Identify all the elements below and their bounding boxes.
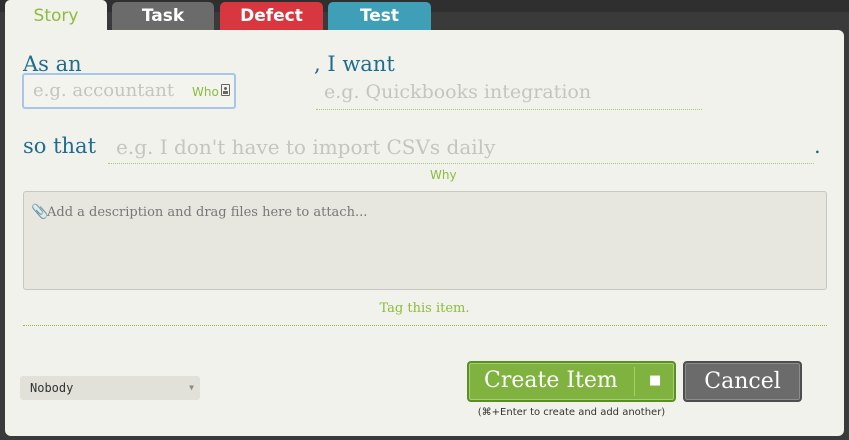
owner-select[interactable]: Nobody ▼ bbox=[20, 376, 200, 400]
paperclip-icon: 📎 bbox=[31, 204, 49, 220]
sentence-period: . bbox=[814, 134, 821, 158]
description-placeholder: Add a description and drag files here to… bbox=[47, 205, 368, 220]
want-input[interactable]: e.g. Quickbooks integration bbox=[324, 81, 591, 103]
why-input[interactable]: e.g. I don't have to import CSVs daily bbox=[116, 135, 495, 159]
owner-select-value: Nobody bbox=[30, 381, 74, 395]
why-underline bbox=[108, 163, 814, 164]
tab-test[interactable]: Test bbox=[328, 2, 431, 30]
create-item-label: Create Item bbox=[484, 368, 618, 393]
person-card-icon bbox=[221, 84, 230, 96]
why-hint: Why bbox=[430, 168, 457, 182]
create-item-button[interactable]: Create Item ■ bbox=[467, 361, 676, 402]
button-divider bbox=[634, 367, 635, 396]
folder-icon[interactable]: ■ bbox=[649, 373, 661, 388]
divider bbox=[23, 325, 827, 326]
so-that-label: so that bbox=[23, 134, 97, 158]
who-placeholder: e.g. accountant bbox=[33, 80, 175, 101]
shortcut-hint: (⌘+Enter to create and add another) bbox=[477, 407, 666, 418]
cancel-button[interactable]: Cancel bbox=[683, 361, 802, 402]
tag-item-link[interactable]: Tag this item. bbox=[5, 301, 844, 316]
tab-task[interactable]: Task bbox=[112, 2, 214, 30]
want-underline bbox=[316, 109, 702, 110]
chevron-down-icon: ▼ bbox=[189, 383, 194, 392]
description-textarea[interactable]: 📎 Add a description and drag files here … bbox=[23, 191, 827, 290]
who-input[interactable]: e.g. accountant Who bbox=[22, 73, 236, 109]
i-want-label: , I want bbox=[314, 52, 395, 76]
tab-defect[interactable]: Defect bbox=[220, 2, 323, 30]
who-hint: Who bbox=[192, 85, 219, 99]
story-form-panel: As an e.g. accountant Who , I want e.g. … bbox=[5, 30, 844, 436]
tab-story[interactable]: Story bbox=[5, 0, 107, 32]
